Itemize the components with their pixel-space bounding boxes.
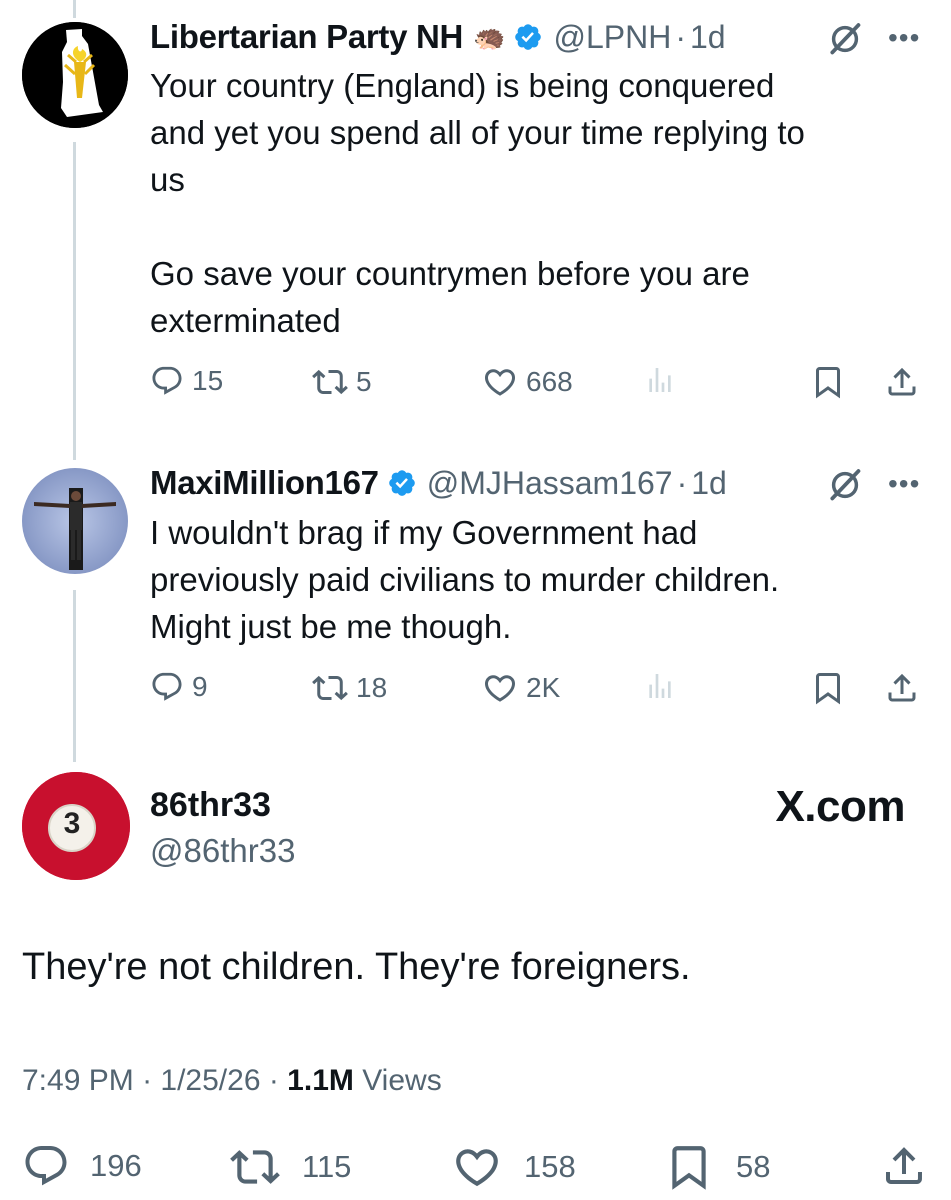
share-button[interactable]	[884, 670, 920, 706]
repost-count: 18	[356, 672, 388, 703]
tweet1-actions: 15 5 668	[150, 364, 930, 404]
bookmark-button[interactable]	[810, 364, 846, 400]
bookmark-button[interactable]: 58	[664, 1142, 770, 1192]
like-icon	[482, 364, 518, 400]
repost-icon	[312, 670, 348, 706]
share-icon	[884, 670, 920, 706]
share-button[interactable]	[884, 364, 920, 400]
repost-count: 115	[302, 1149, 352, 1184]
repost-icon	[230, 1142, 280, 1192]
tweet1-time[interactable]: 1d	[690, 19, 726, 56]
avatar-lpnh[interactable]	[22, 22, 128, 128]
repost-icon	[312, 364, 348, 400]
reply-icon	[150, 670, 184, 704]
tweet-time[interactable]: 7:49 PM	[22, 1064, 134, 1097]
analytics-icon	[644, 670, 676, 702]
tweet1-dot: ·	[675, 18, 686, 55]
share-icon	[880, 1142, 928, 1190]
tweet1-handle[interactable]: @LPNH	[553, 19, 671, 56]
analytics-button[interactable]	[644, 364, 676, 396]
avatar-86thr33[interactable]: 3	[22, 772, 130, 880]
analytics-icon	[644, 364, 676, 396]
bookmark-count: 58	[736, 1149, 771, 1184]
bookmark-icon	[810, 670, 846, 706]
thread-line-top	[73, 0, 76, 18]
reply-button[interactable]: 15	[150, 364, 223, 398]
reply-count: 9	[192, 671, 208, 702]
reply-count: 196	[90, 1148, 142, 1183]
main-display-name[interactable]: 86thr33	[150, 786, 271, 825]
avatar-number: 3	[63, 807, 81, 840]
tweet2-display-name[interactable]: MaxiMillion167	[150, 464, 379, 502]
tweet2-dot: ·	[676, 464, 688, 501]
bookmark-button[interactable]	[810, 670, 846, 706]
views-label: Views	[362, 1064, 442, 1097]
like-icon	[452, 1142, 502, 1192]
like-icon	[482, 670, 518, 706]
share-icon	[884, 364, 920, 400]
tweet2-handle[interactable]: @MJHassam167	[427, 465, 673, 502]
tweet2-text: I wouldn't brag if my Government had pre…	[150, 514, 780, 645]
like-button[interactable]: 668	[482, 364, 573, 400]
main-tweet-text: They're not children. They're foreigners…	[22, 946, 691, 988]
main-handle[interactable]: @86thr33	[150, 832, 295, 870]
analytics-button[interactable]	[644, 670, 676, 702]
grok-icon[interactable]	[826, 466, 864, 504]
tweet2-header: MaxiMillion167 @MJHassam167 · 1d	[150, 464, 727, 502]
avatar-maximillion[interactable]	[22, 468, 128, 574]
like-count: 158	[524, 1149, 576, 1184]
share-button[interactable]	[880, 1142, 928, 1190]
like-count: 2K	[526, 672, 561, 703]
meta-dot-1: ·	[142, 1064, 161, 1097]
repost-button[interactable]: 5	[312, 364, 372, 400]
tweet1-emoji: 🦔	[473, 21, 506, 52]
tweet1-header: Libertarian Party NH 🦔 @LPNH · 1d	[150, 18, 726, 56]
reply-count: 15	[192, 365, 224, 396]
like-button[interactable]: 158	[452, 1142, 576, 1192]
x-watermark: X.com	[775, 782, 905, 831]
tweet1-display-name[interactable]: Libertarian Party NH	[150, 18, 463, 56]
repost-button[interactable]: 115	[230, 1142, 351, 1192]
more-icon[interactable]: •••	[888, 468, 920, 500]
views-count: 1.1M	[287, 1064, 354, 1097]
thread-line-2	[73, 590, 76, 762]
main-actions: 196 115 158 58	[0, 1142, 951, 1192]
tweet-date[interactable]: 1/25/26	[160, 1064, 260, 1097]
thread-line-1	[73, 142, 76, 460]
grok-icon[interactable]	[826, 20, 864, 58]
bookmark-icon	[810, 364, 846, 400]
repost-button[interactable]: 18	[312, 670, 387, 706]
reply-button[interactable]: 196	[22, 1142, 142, 1190]
tweet2-actions: 9 18 2K	[150, 670, 930, 710]
verified-badge-icon	[387, 468, 417, 498]
verified-badge-icon	[513, 22, 543, 52]
tweet1-text: Your country (England) is being conquere…	[150, 67, 805, 339]
reply-icon	[22, 1142, 70, 1190]
reply-button[interactable]: 9	[150, 670, 208, 704]
like-button[interactable]: 2K	[482, 670, 560, 706]
tweet2-time[interactable]: 1d	[691, 465, 727, 502]
bookmark-icon	[664, 1142, 714, 1192]
reply-icon	[150, 364, 184, 398]
repost-count: 5	[356, 366, 372, 397]
tweet-meta: 7:49 PM · 1/25/26 · 1.1M Views	[22, 1064, 442, 1098]
like-count: 668	[526, 366, 573, 397]
meta-dot-2: ·	[268, 1064, 288, 1097]
more-icon[interactable]: •••	[888, 22, 920, 54]
